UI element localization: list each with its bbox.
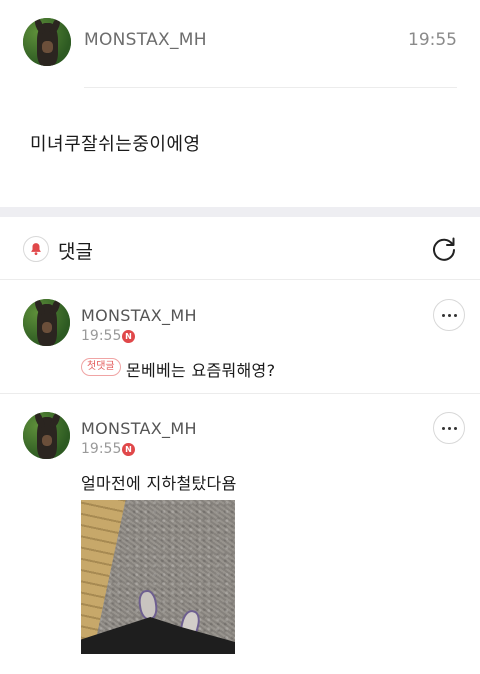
dot-icon <box>453 426 457 430</box>
comment-item: MONSTAX_MH 19:55 N 첫댓글 몬베베는 요즘뭐해영? <box>0 281 480 393</box>
comment-timestamp: 19:55 <box>81 441 122 457</box>
comment-photo[interactable] <box>81 500 235 654</box>
author-avatar[interactable] <box>23 18 71 66</box>
comment-author-name[interactable]: MONSTAX_MH <box>81 419 197 438</box>
new-badge: N <box>122 330 135 343</box>
more-options-button[interactable] <box>433 299 465 331</box>
comment-timestamp: 19:55 <box>81 328 122 344</box>
dot-icon <box>441 313 445 317</box>
dot-icon <box>447 313 451 317</box>
dot-icon <box>447 426 451 430</box>
post-body-text: 미녀쿠잘쉬는중이에영 <box>30 134 201 155</box>
comments-title: 댓글 <box>58 241 93 263</box>
first-comment-badge: 첫댓글 <box>81 358 121 376</box>
comment-author-name[interactable]: MONSTAX_MH <box>81 306 197 325</box>
post-header: MONSTAX_MH 19:55 <box>0 0 480 88</box>
dot-icon <box>441 426 445 430</box>
refresh-icon[interactable] <box>430 235 458 263</box>
section-separator <box>0 207 480 217</box>
divider <box>84 87 457 88</box>
comment-text: 얼마전에 지하철탔다욤 <box>81 474 237 493</box>
bell-icon[interactable] <box>23 236 49 262</box>
post-author-name[interactable]: MONSTAX_MH <box>84 30 207 50</box>
dot-icon <box>453 313 457 317</box>
post-timestamp: 19:55 <box>408 30 457 50</box>
new-badge: N <box>122 443 135 456</box>
comment-text: 몬베베는 요즘뭐해영? <box>126 361 276 380</box>
comment-avatar[interactable] <box>23 412 70 459</box>
comment-avatar[interactable] <box>23 299 70 346</box>
more-options-button[interactable] <box>433 412 465 444</box>
comment-item: MONSTAX_MH 19:55 N 얼마전에 지하철탔다욤 <box>0 394 480 674</box>
comments-header: 댓글 <box>0 217 480 280</box>
